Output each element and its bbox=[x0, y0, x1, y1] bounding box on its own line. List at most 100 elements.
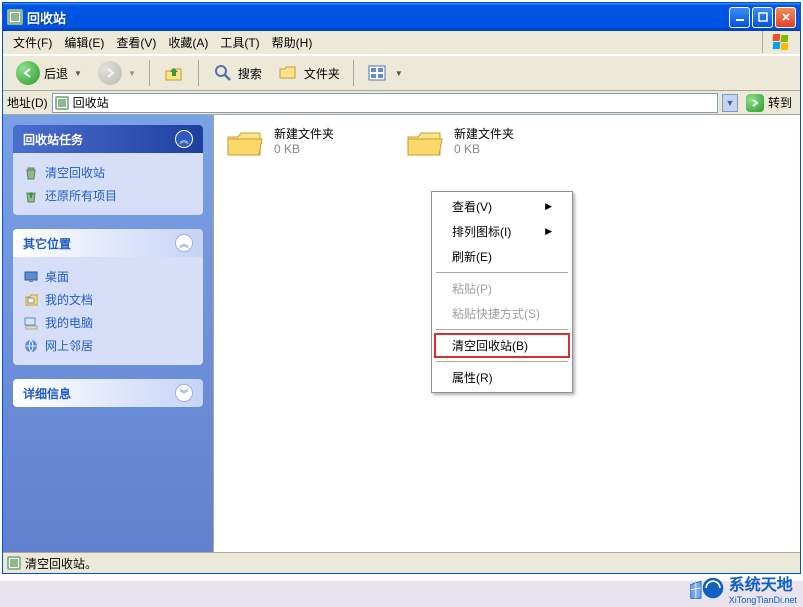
address-dropdown-button[interactable]: ▼ bbox=[722, 94, 738, 112]
separator bbox=[149, 60, 150, 86]
address-value: 回收站 bbox=[73, 94, 715, 111]
statusbar: 清空回收站。 bbox=[3, 552, 800, 573]
context-empty-recycle-bin[interactable]: 清空回收站(B) bbox=[434, 333, 570, 358]
go-label: 转到 bbox=[768, 94, 792, 111]
context-paste-shortcut: 粘贴快捷方式(S) bbox=[434, 301, 570, 326]
menu-favorites[interactable]: 收藏(A) bbox=[162, 32, 214, 53]
sidebar: 回收站任务 ︽ 清空回收站 还原所有项目 其它位置 bbox=[3, 115, 213, 552]
panel-places-title: 其它位置 bbox=[23, 235, 71, 252]
sidebar-item-desktop[interactable]: 桌面 bbox=[23, 265, 193, 288]
bottom-strip bbox=[0, 581, 803, 607]
windows-logo-icon bbox=[762, 31, 798, 53]
panel-tasks-header[interactable]: 回收站任务 ︽ bbox=[13, 125, 203, 153]
recycle-bin-icon bbox=[7, 9, 23, 25]
sidebar-item-label: 还原所有项目 bbox=[45, 187, 117, 204]
sidebar-item-restore-all[interactable]: 还原所有项目 bbox=[23, 184, 193, 207]
addressbar: 地址(D) 回收站 ▼ 转到 bbox=[3, 91, 800, 115]
submenu-arrow-icon: ▶ bbox=[545, 201, 552, 212]
folders-label: 文件夹 bbox=[304, 65, 340, 82]
sidebar-item-label: 我的文档 bbox=[45, 291, 93, 308]
search-label: 搜索 bbox=[238, 65, 262, 82]
menu-tools[interactable]: 工具(T) bbox=[214, 32, 265, 53]
search-button[interactable]: 搜索 bbox=[205, 58, 269, 88]
separator bbox=[353, 60, 354, 86]
close-button[interactable] bbox=[775, 7, 796, 28]
address-field[interactable]: 回收站 bbox=[52, 93, 718, 113]
collapse-icon[interactable]: ︽ bbox=[175, 234, 193, 252]
search-icon bbox=[212, 62, 234, 84]
back-arrow-icon bbox=[16, 61, 40, 85]
file-meta: 0 KB bbox=[274, 142, 334, 156]
file-item[interactable]: 新建文件夹 0 KB bbox=[402, 123, 562, 163]
sidebar-item-network[interactable]: 网上邻居 bbox=[23, 334, 193, 357]
panel-tasks: 回收站任务 ︽ 清空回收站 还原所有项目 bbox=[13, 125, 203, 215]
panel-details-header[interactable]: 详细信息 ︾ bbox=[13, 379, 203, 407]
context-view[interactable]: 查看(V) ▶ bbox=[434, 194, 570, 219]
folders-button[interactable]: 文件夹 bbox=[271, 58, 347, 88]
file-name: 新建文件夹 bbox=[454, 125, 514, 142]
watermark-line2: XiTongTianDi.net bbox=[729, 595, 797, 605]
restore-icon bbox=[23, 188, 39, 204]
sidebar-item-label: 网上邻居 bbox=[45, 337, 93, 354]
menu-file[interactable]: 文件(F) bbox=[7, 32, 58, 53]
back-dropdown-icon[interactable]: ▼ bbox=[74, 69, 82, 78]
menu-edit[interactable]: 编辑(E) bbox=[58, 32, 110, 53]
go-button[interactable]: 转到 bbox=[742, 94, 796, 112]
expand-icon[interactable]: ︾ bbox=[175, 384, 193, 402]
window-buttons bbox=[729, 7, 796, 28]
context-paste: 粘贴(P) bbox=[434, 276, 570, 301]
menu-separator bbox=[436, 361, 568, 362]
toolbar: 后退 ▼ ▼ 搜索 文件夹 ▼ bbox=[3, 55, 800, 91]
sidebar-item-computer[interactable]: 我的电脑 bbox=[23, 311, 193, 334]
folder-icon bbox=[224, 125, 266, 161]
recycle-bin-icon bbox=[23, 165, 39, 181]
menubar: 文件(F) 编辑(E) 查看(V) 收藏(A) 工具(T) 帮助(H) bbox=[3, 31, 800, 55]
menu-view[interactable]: 查看(V) bbox=[110, 32, 162, 53]
file-meta: 0 KB bbox=[454, 142, 514, 156]
maximize-button[interactable] bbox=[752, 7, 773, 28]
folder-icon bbox=[404, 125, 446, 161]
watermark-line1: 系统天地 bbox=[729, 571, 797, 595]
menu-separator bbox=[436, 329, 568, 330]
panel-details-title: 详细信息 bbox=[23, 385, 71, 402]
context-refresh[interactable]: 刷新(E) bbox=[434, 244, 570, 269]
desktop-icon bbox=[23, 269, 39, 285]
separator bbox=[198, 60, 199, 86]
context-menu: 查看(V) ▶ 排列图标(I) ▶ 刷新(E) 粘贴(P) 粘贴快捷方式(S) … bbox=[431, 191, 573, 393]
file-item[interactable]: 新建文件夹 0 KB bbox=[222, 123, 382, 163]
sidebar-item-empty-recycle[interactable]: 清空回收站 bbox=[23, 161, 193, 184]
sidebar-item-label: 清空回收站 bbox=[45, 164, 105, 181]
minimize-button[interactable] bbox=[729, 7, 750, 28]
watermark: 系统天地 XiTongTianDi.net bbox=[689, 571, 797, 605]
panel-places: 其它位置 ︽ 桌面 我的文档 我的电脑 bbox=[13, 229, 203, 365]
views-dropdown-icon[interactable]: ▼ bbox=[395, 69, 403, 78]
menu-separator bbox=[436, 272, 568, 273]
views-button[interactable]: ▼ bbox=[360, 58, 410, 88]
panel-places-header[interactable]: 其它位置 ︽ bbox=[13, 229, 203, 257]
views-icon bbox=[367, 62, 389, 84]
address-label: 地址(D) bbox=[7, 94, 48, 111]
forward-button[interactable]: ▼ bbox=[91, 57, 143, 89]
folders-icon bbox=[278, 62, 300, 84]
sidebar-item-documents[interactable]: 我的文档 bbox=[23, 288, 193, 311]
forward-arrow-icon bbox=[98, 61, 122, 85]
submenu-arrow-icon: ▶ bbox=[545, 226, 552, 237]
window-title: 回收站 bbox=[27, 8, 729, 27]
context-arrange[interactable]: 排列图标(I) ▶ bbox=[434, 219, 570, 244]
status-text: 清空回收站。 bbox=[25, 555, 97, 572]
file-name: 新建文件夹 bbox=[274, 125, 334, 142]
context-properties[interactable]: 属性(R) bbox=[434, 365, 570, 390]
panel-tasks-title: 回收站任务 bbox=[23, 131, 83, 148]
computer-icon bbox=[23, 315, 39, 331]
back-label: 后退 bbox=[44, 65, 68, 82]
titlebar[interactable]: 回收站 bbox=[3, 3, 800, 31]
network-icon bbox=[23, 338, 39, 354]
menu-help[interactable]: 帮助(H) bbox=[266, 32, 319, 53]
sidebar-item-label: 桌面 bbox=[45, 268, 69, 285]
up-button[interactable] bbox=[156, 58, 192, 88]
back-button[interactable]: 后退 ▼ bbox=[9, 57, 89, 89]
panel-details: 详细信息 ︾ bbox=[13, 379, 203, 407]
collapse-icon[interactable]: ︽ bbox=[175, 130, 193, 148]
body: 回收站任务 ︽ 清空回收站 还原所有项目 其它位置 bbox=[3, 115, 800, 552]
forward-dropdown-icon[interactable]: ▼ bbox=[128, 69, 136, 78]
